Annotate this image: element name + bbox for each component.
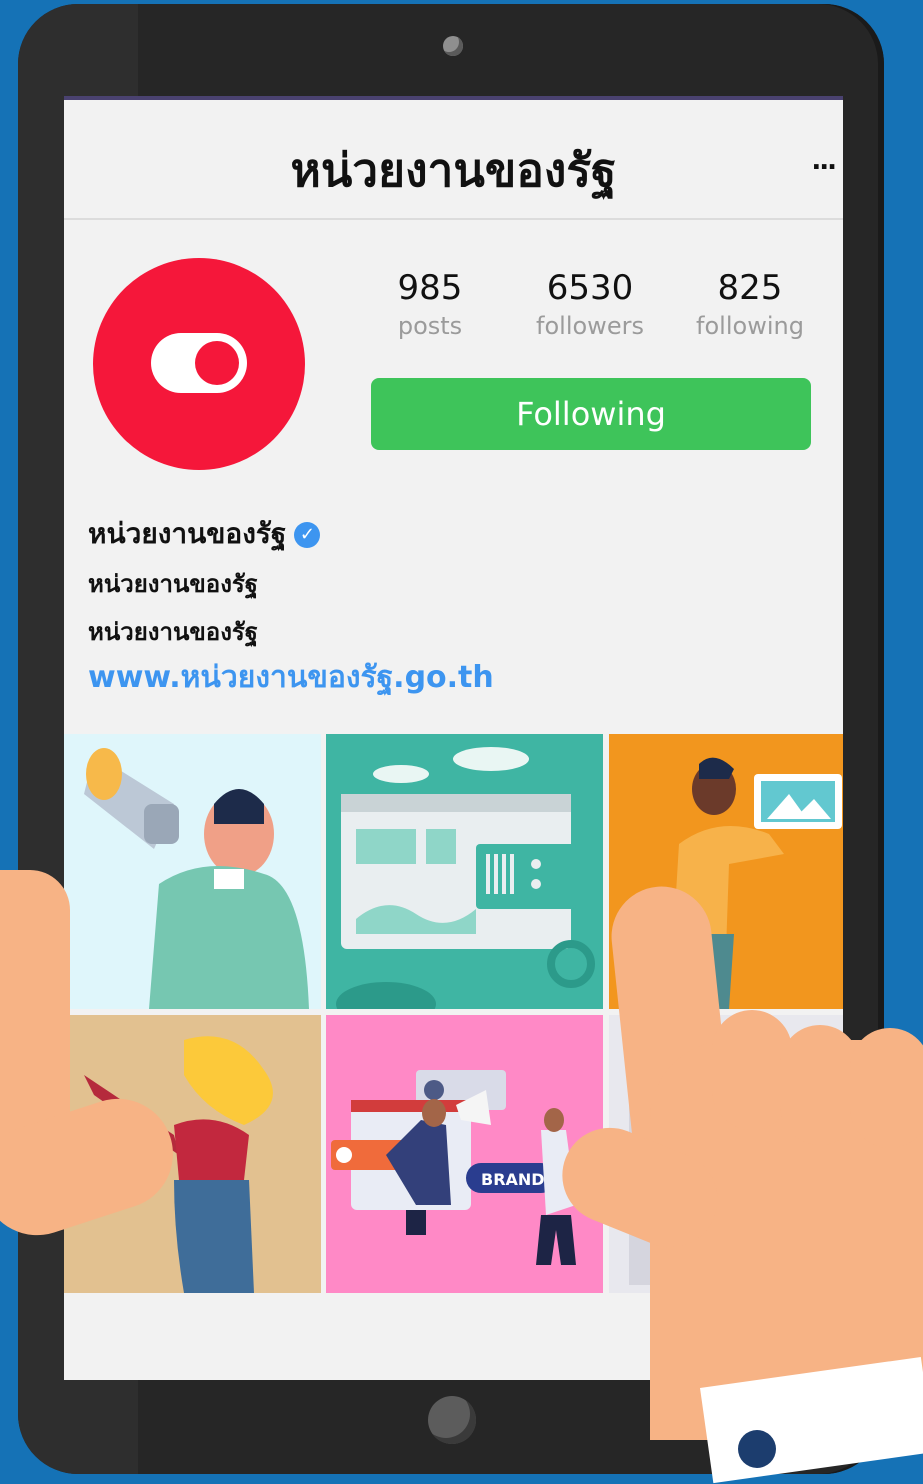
profile-name: หน่วยงานของรัฐ ✓: [88, 512, 321, 556]
stat-following[interactable]: 825 following: [670, 268, 830, 340]
following-button[interactable]: Following: [371, 378, 811, 450]
right-finger-3: [850, 1028, 923, 1148]
camera-icon: [443, 36, 463, 56]
following-label: following: [696, 312, 804, 340]
verified-badge-icon: ✓: [294, 522, 321, 548]
web-dashboard-illustration: [336, 747, 595, 1009]
posts-label: posts: [397, 312, 463, 340]
right-finger-2: [780, 1025, 860, 1145]
stat-followers[interactable]: 6530 followers: [510, 268, 670, 340]
following-count: 825: [717, 268, 783, 308]
post-tile-megaphone[interactable]: [64, 734, 321, 1009]
website-link[interactable]: www.หน่วยงานของรัฐ.go.th: [88, 654, 494, 701]
home-button[interactable]: [428, 1396, 476, 1444]
brand-marketing-illustration: BRAND: [331, 1070, 576, 1265]
post-tile-brand[interactable]: BRAND: [326, 1015, 603, 1293]
post-tile-dashboard[interactable]: [326, 734, 603, 1009]
megaphone-person-illustration: [84, 748, 309, 1009]
bio-line-2: หน่วยงานของรัฐ: [88, 618, 259, 646]
stat-posts[interactable]: 985 posts: [350, 268, 510, 340]
cuff-button-icon: [738, 1430, 776, 1468]
profile-name-text: หน่วยงานของรัฐ: [88, 517, 287, 550]
posts-count: 985: [397, 268, 463, 308]
avatar[interactable]: [93, 258, 305, 470]
followers-label: followers: [536, 312, 644, 340]
brand-tag-text: BRAND: [481, 1170, 545, 1189]
toggle-logo-icon: [151, 333, 247, 393]
profile-header: หน่วยงานของรัฐ ...: [64, 100, 843, 220]
bio-line-1: หน่วยงานของรัฐ: [88, 570, 259, 598]
more-options-icon[interactable]: ...: [811, 146, 837, 176]
followers-count: 6530: [546, 268, 634, 308]
page-title: หน่วยงานของรัฐ: [290, 143, 617, 197]
